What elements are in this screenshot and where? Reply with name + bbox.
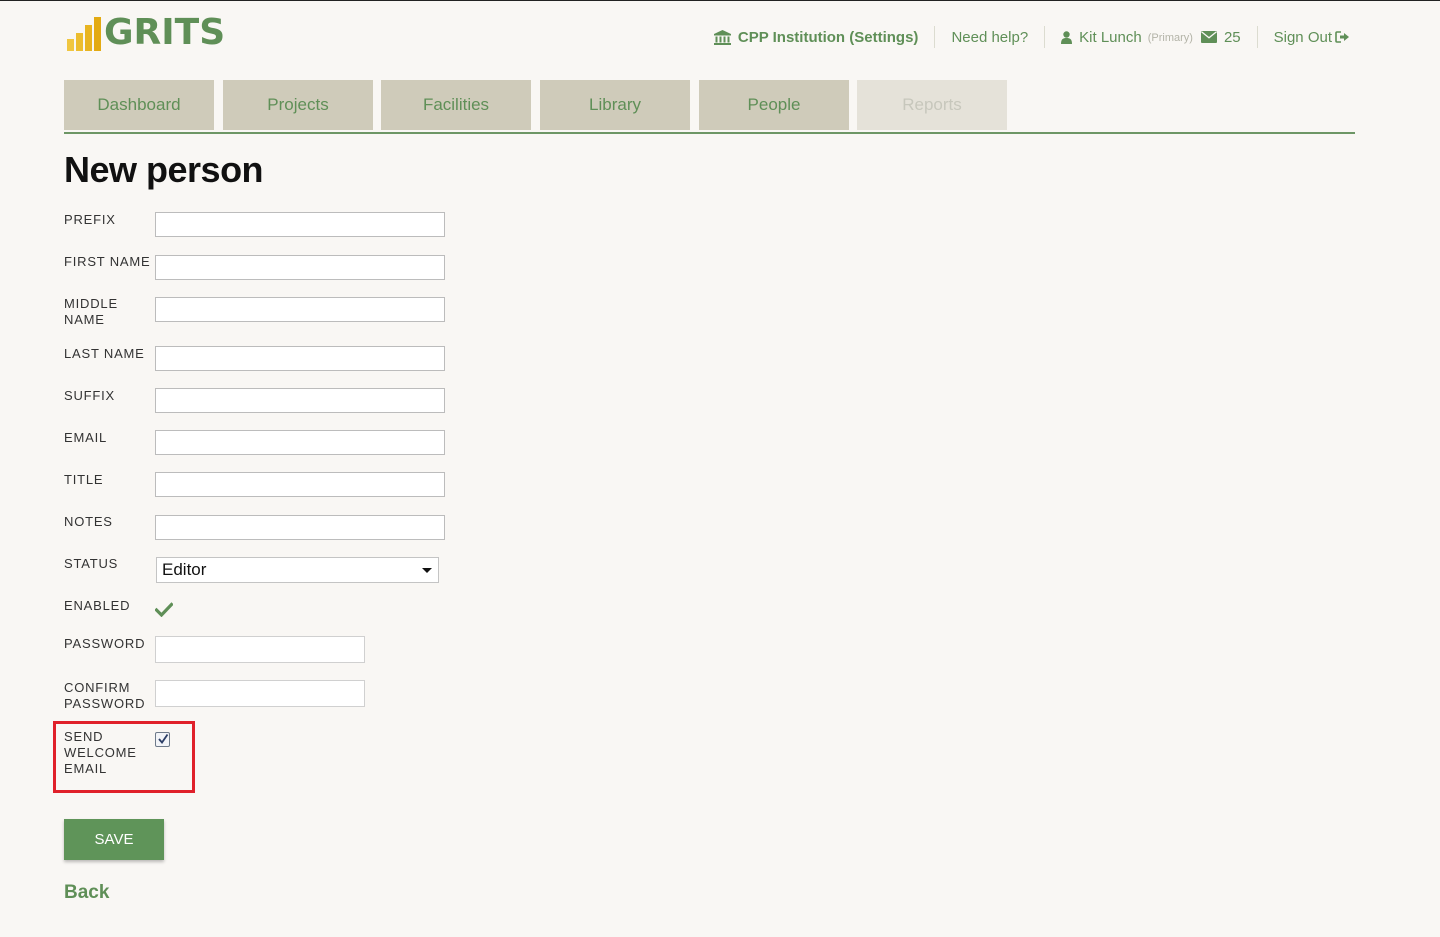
institution-label: CPP Institution (Settings)	[737, 28, 919, 46]
user-name: Kit Lunch	[1079, 28, 1142, 46]
institution-settings-link[interactable]: CPP Institution (Settings)	[698, 26, 935, 48]
prefix-input[interactable]	[155, 212, 445, 237]
status-select[interactable]: Editor	[156, 557, 439, 583]
notes-label: NOTES	[64, 514, 113, 529]
confirm-password-input[interactable]	[155, 680, 365, 707]
tab-reports: Reports	[857, 80, 1007, 130]
page-title: New person	[64, 149, 264, 190]
suffix-label: SUFFIX	[64, 388, 116, 403]
top-navigation: CPP Institution (Settings) Need help? Ki…	[698, 26, 1350, 48]
user-role: (Primary)	[1147, 32, 1193, 44]
middle-name-label: MIDDLE NAME	[64, 296, 118, 327]
tab-people[interactable]: People	[699, 80, 849, 130]
notes-input[interactable]	[155, 515, 445, 540]
tab-projects[interactable]: Projects	[223, 80, 373, 130]
help-label: Need help?	[951, 28, 1029, 46]
back-link[interactable]: Back	[64, 882, 109, 904]
password-input[interactable]	[155, 636, 365, 663]
email-label: EMAIL	[64, 430, 108, 445]
last-name-label: LAST NAME	[64, 346, 145, 361]
logo-text: GRITS	[104, 12, 226, 53]
suffix-input[interactable]	[155, 388, 445, 413]
status-selected-value: Editor	[162, 560, 207, 579]
checkmark-icon	[158, 733, 169, 744]
user-icon	[1061, 30, 1073, 44]
chevron-down-icon	[422, 568, 432, 573]
grits-logo[interactable]: GRITS	[67, 13, 225, 51]
messages-count: 25	[1223, 28, 1241, 46]
status-label: STATUS	[64, 556, 119, 571]
user-menu[interactable]: Kit Lunch (Primary) 25	[1044, 26, 1256, 48]
sign-out-label: Sign Out	[1273, 28, 1332, 46]
help-link[interactable]: Need help?	[934, 26, 1044, 48]
prefix-label: PREFIX	[64, 212, 116, 227]
institution-icon	[713, 29, 731, 45]
title-input[interactable]	[155, 472, 445, 497]
sign-out-icon	[1335, 31, 1349, 43]
main-tabs: Dashboard Projects Facilities Library Pe…	[64, 80, 1355, 134]
last-name-input[interactable]	[155, 346, 445, 371]
first-name-label: FIRST NAME	[64, 254, 151, 269]
first-name-input[interactable]	[155, 255, 445, 280]
sign-out-link[interactable]: Sign Out	[1256, 26, 1350, 48]
check-icon[interactable]	[155, 602, 173, 617]
password-label: PASSWORD	[64, 636, 146, 651]
middle-name-input[interactable]	[155, 297, 445, 322]
envelope-icon	[1200, 31, 1217, 43]
messages-link[interactable]: 25	[1200, 28, 1241, 46]
bar-chart-logo-icon	[67, 17, 101, 51]
save-button[interactable]: SAVE	[64, 819, 164, 860]
tab-library[interactable]: Library	[540, 80, 690, 130]
send-welcome-email-label: SEND WELCOME EMAIL	[64, 729, 137, 776]
tab-dashboard[interactable]: Dashboard	[64, 80, 214, 130]
enabled-label: ENABLED	[64, 598, 131, 613]
confirm-password-label: CONFIRM PASSWORD	[64, 680, 146, 711]
send-welcome-email-checkbox[interactable]	[155, 732, 170, 747]
title-label: TITLE	[64, 472, 104, 487]
email-input[interactable]	[155, 430, 445, 455]
tab-facilities[interactable]: Facilities	[381, 80, 531, 130]
